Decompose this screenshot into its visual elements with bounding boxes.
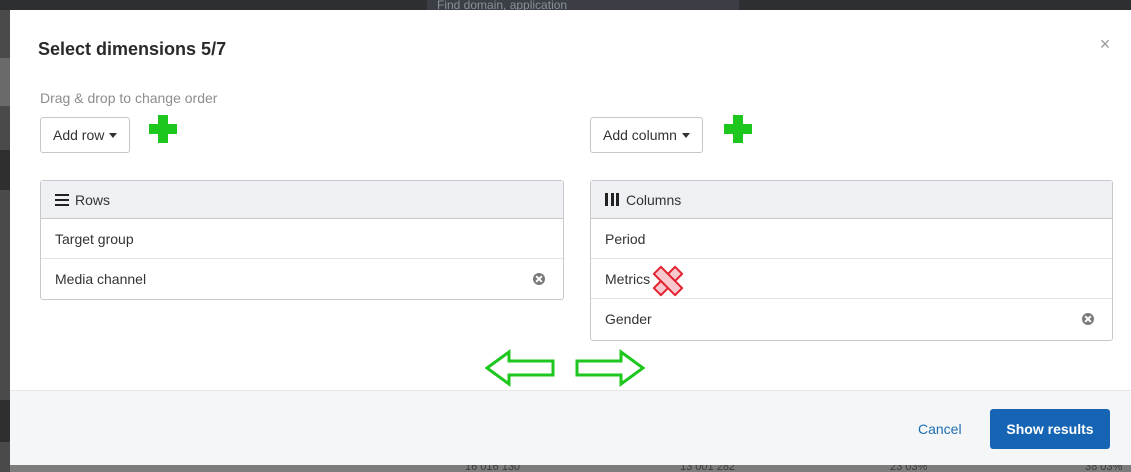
dialog-footer: Cancel Show results [10, 390, 1131, 465]
right-arrow-icon [575, 349, 645, 387]
select-dimensions-dialog: Select dimensions 5/7 × Drag & drop to c… [10, 10, 1131, 465]
columns-icon [605, 193, 619, 206]
green-plus-icon [149, 115, 177, 143]
show-results-button[interactable]: Show results [990, 409, 1110, 449]
left-arrow-icon [485, 349, 555, 387]
add-column-button[interactable]: Add column [590, 117, 703, 153]
remove-circle-icon[interactable] [1082, 313, 1094, 325]
green-plus-icon [724, 115, 752, 143]
columns-header-label: Columns [626, 191, 682, 208]
background-search-input: Find domain, application [427, 0, 739, 10]
remove-circle-icon[interactable] [533, 273, 545, 285]
sidebar-block [0, 58, 10, 106]
sidebar-block [0, 400, 10, 442]
sidebar-block [0, 150, 10, 190]
add-column-label: Add column [603, 127, 677, 143]
column-dimension-item[interactable]: Metrics [591, 259, 1112, 299]
item-label: Metrics [605, 270, 651, 287]
cancel-button[interactable]: Cancel [918, 421, 962, 437]
swap-arrows-annotation [485, 349, 645, 387]
dialog-title: Select dimensions 5/7 [38, 39, 227, 59]
background-table-strip: 16 016 130 13 001 282 23 03% 38 03% [10, 461, 1131, 472]
row-dimension-item[interactable]: Media channel [41, 259, 563, 299]
add-row-button[interactable]: Add row [40, 117, 131, 153]
rows-panel-header: Rows [41, 181, 563, 219]
item-label: Period [605, 230, 646, 247]
caret-down-icon [681, 133, 690, 138]
caret-down-icon [109, 133, 118, 138]
row-dimension-item[interactable]: Target group [41, 219, 563, 259]
rows-header-label: Rows [75, 191, 111, 208]
columns-panel: Columns Period Metrics Gender [590, 180, 1113, 341]
column-dimension-item[interactable]: Gender [591, 299, 1112, 339]
columns-panel-header: Columns [591, 181, 1112, 219]
app-sidebar [0, 10, 10, 472]
item-label: Gender [605, 311, 652, 327]
item-label: Media channel [55, 271, 147, 287]
rows-panel: Rows Target group Media channel [40, 180, 564, 300]
close-icon[interactable]: × [1097, 35, 1113, 53]
drag-drop-hint: Drag & drop to change order [40, 90, 218, 106]
red-x-icon [654, 267, 678, 291]
column-dimension-item[interactable]: Period [591, 219, 1112, 259]
item-label: Target group [55, 230, 134, 247]
add-row-label: Add row [53, 127, 105, 143]
rows-icon [55, 193, 69, 206]
